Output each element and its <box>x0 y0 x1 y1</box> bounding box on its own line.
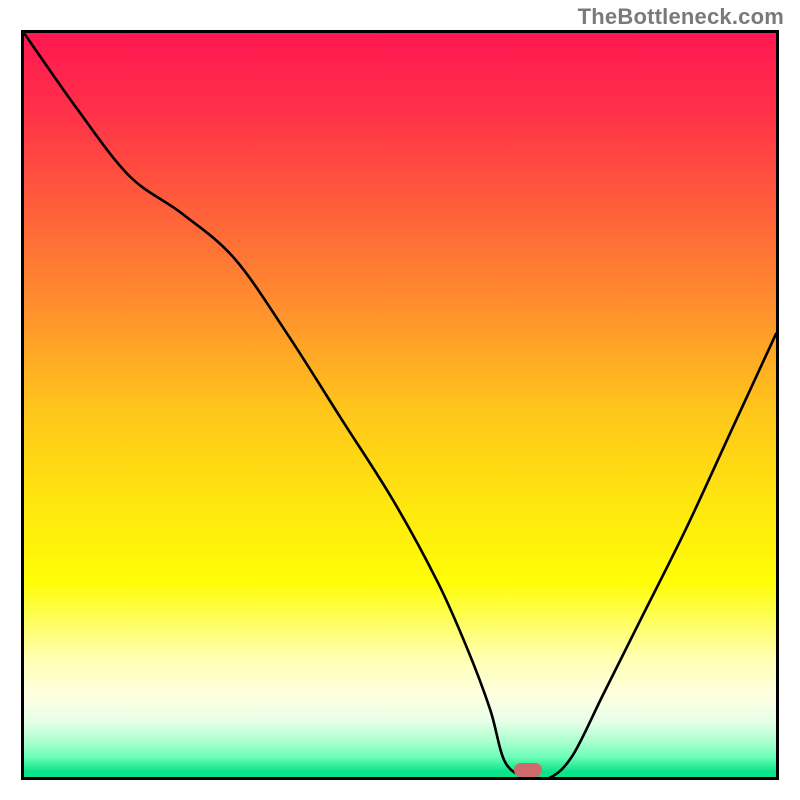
plot-area <box>21 30 779 780</box>
optimal-marker <box>514 763 542 777</box>
chart-root: TheBottleneck.com <box>0 0 800 800</box>
watermark-text: TheBottleneck.com <box>578 4 784 30</box>
marker-layer <box>24 33 776 777</box>
